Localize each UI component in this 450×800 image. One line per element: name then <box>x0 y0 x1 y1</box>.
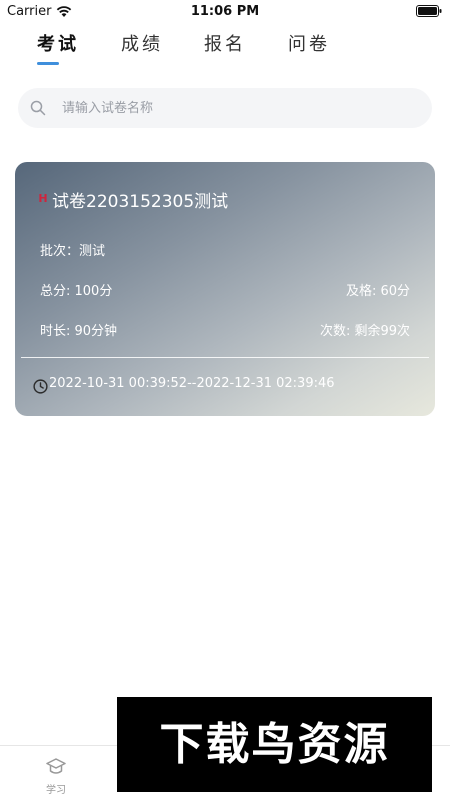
tab-scores[interactable]: 成绩 <box>121 30 163 56</box>
exam-card[interactable]: H 试卷2203152305测试 批次：测试 总分: 100分 及格: 60分 … <box>15 162 435 416</box>
search-input[interactable] <box>62 88 422 128</box>
exam-pass-score: 及格: 60分 <box>345 284 410 299</box>
tab-registration[interactable]: 报名 <box>204 30 246 56</box>
tab-exam[interactable]: 考试 <box>37 30 79 56</box>
tab-survey[interactable]: 问卷 <box>288 30 330 56</box>
exam-batch: 批次：测试 <box>40 244 106 259</box>
exam-time-range: 2022-10-31 00:39:52--2022-12-31 02:39:46 <box>49 376 335 391</box>
card-badge: H <box>38 192 48 205</box>
exam-attempts: 次数: 剩余99次 <box>319 324 410 339</box>
watermark-banner: 下载鸟资源 <box>117 697 432 792</box>
status-time: 11:06 PM <box>190 4 260 19</box>
battery-icon <box>416 5 442 17</box>
card-divider <box>21 357 429 358</box>
clock-icon <box>33 379 48 394</box>
search-icon <box>30 100 46 116</box>
exam-total-score: 总分: 100分 <box>40 284 113 299</box>
exam-duration: 时长: 90分钟 <box>40 324 118 339</box>
top-tabs: 考试 成绩 报名 问卷 <box>0 30 450 70</box>
active-tab-indicator <box>37 62 59 65</box>
bottom-tab-study[interactable]: 学习 <box>26 746 86 800</box>
graduation-cap-icon <box>46 758 66 774</box>
watermark-text: 下载鸟资源 <box>159 719 390 770</box>
exam-title: 试卷2203152305测试 <box>52 192 229 212</box>
bottom-tab-study-label: 学习 <box>46 785 66 796</box>
status-bar: Carrier 11:06 PM <box>0 0 450 24</box>
search-box[interactable] <box>18 88 432 128</box>
